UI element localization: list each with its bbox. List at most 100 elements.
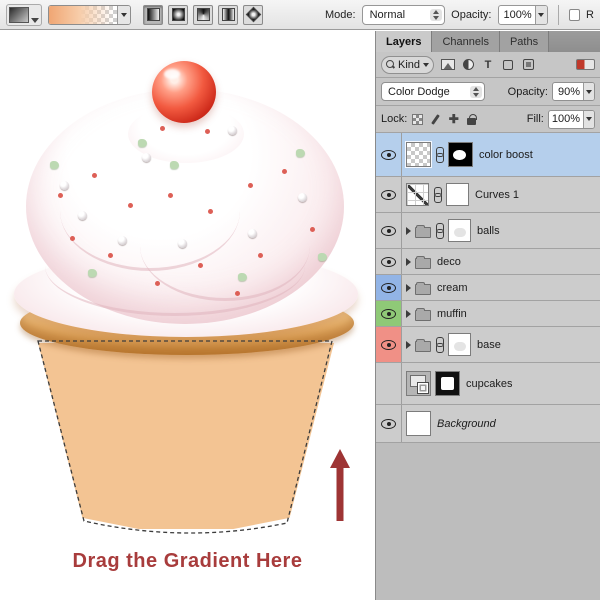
stepper-icon xyxy=(430,8,443,21)
filtering-toggle[interactable] xyxy=(576,59,595,70)
fill-input[interactable]: 100% xyxy=(547,109,595,129)
layer-mask-thumbnail[interactable] xyxy=(448,142,473,167)
gradient-picker[interactable] xyxy=(48,4,132,25)
disclosure-triangle-icon[interactable] xyxy=(406,257,411,266)
layer-mask-thumbnail[interactable] xyxy=(435,371,460,396)
group-folder-icon xyxy=(415,338,431,352)
layer-name[interactable]: muffin xyxy=(435,308,467,320)
tool-preset-picker[interactable] xyxy=(6,3,42,26)
group-mask-thumbnail[interactable] xyxy=(448,219,471,242)
visibility-toggle[interactable] xyxy=(376,405,402,442)
tab-layers[interactable]: Layers xyxy=(376,31,433,52)
radial-gradient-icon xyxy=(171,8,185,21)
layer-row-deco[interactable]: deco xyxy=(376,249,600,275)
image-icon xyxy=(441,59,456,70)
mode-label: Mode: xyxy=(325,8,356,21)
chevron-down-icon xyxy=(31,17,39,23)
pixel-layer-filter-button[interactable] xyxy=(440,57,456,72)
layer-row-curves-1[interactable]: Curves 1 xyxy=(376,177,600,213)
group-mask-thumbnail[interactable] xyxy=(448,333,471,356)
chevron-down-icon[interactable] xyxy=(116,5,131,24)
blend-mode-select[interactable]: Normal xyxy=(361,4,446,25)
layer-thumbnail[interactable] xyxy=(406,411,431,436)
layer-name[interactable]: Background xyxy=(435,418,496,430)
lock-transparent-pixels-button[interactable] xyxy=(411,113,424,126)
link-icon xyxy=(435,337,444,353)
disclosure-triangle-icon[interactable] xyxy=(406,283,411,292)
layer-name[interactable]: base xyxy=(475,339,501,351)
opacity-input[interactable]: 100% xyxy=(497,4,548,25)
shape-layer-filter-button[interactable] xyxy=(500,57,516,72)
layer-opacity-input[interactable]: 90% xyxy=(552,82,595,101)
reverse-checkbox[interactable] xyxy=(568,8,581,21)
green-sprinkle xyxy=(296,149,305,157)
layer-name[interactable]: cupcakes xyxy=(464,378,512,390)
lock-all-button[interactable] xyxy=(465,113,478,126)
fill-value: 100% xyxy=(551,113,580,125)
visibility-toggle[interactable] xyxy=(376,249,402,274)
layer-mask-thumbnail[interactable] xyxy=(446,183,469,206)
group-folder-icon xyxy=(415,224,431,238)
chevron-down-icon[interactable] xyxy=(534,5,547,24)
green-sprinkle xyxy=(238,273,247,281)
layer-name[interactable]: Curves 1 xyxy=(473,189,519,201)
eye-icon xyxy=(381,225,396,236)
layer-row-background[interactable]: Background xyxy=(376,405,600,443)
disclosure-triangle-icon[interactable] xyxy=(406,226,411,235)
filter-kind-select[interactable]: Kind xyxy=(381,55,435,74)
layer-name[interactable]: cream xyxy=(435,282,468,294)
gradient-options-bar: Mode: Normal Opacity: 100% R xyxy=(0,0,600,30)
green-sprinkle xyxy=(138,139,147,147)
disclosure-triangle-icon[interactable] xyxy=(406,309,411,318)
radial-gradient-button[interactable] xyxy=(168,4,189,25)
smart-object-filter-button[interactable] xyxy=(520,57,536,72)
layer-name[interactable]: balls xyxy=(475,225,500,237)
adjustment-layer-thumbnail[interactable] xyxy=(406,183,429,206)
red-sprinkle xyxy=(70,236,75,241)
layer-row-color-boost[interactable]: color boost xyxy=(376,133,600,177)
visibility-toggle[interactable] xyxy=(376,133,402,176)
red-sprinkle xyxy=(205,129,210,134)
visibility-toggle[interactable] xyxy=(376,301,402,326)
reflected-gradient-button[interactable] xyxy=(218,4,239,25)
lock-position-button[interactable]: ✚ xyxy=(447,113,460,126)
visibility-toggle[interactable] xyxy=(376,177,402,212)
lock-image-pixels-button[interactable] xyxy=(429,113,442,126)
layer-name[interactable]: color boost xyxy=(477,149,533,161)
tab-paths[interactable]: Paths xyxy=(499,31,550,52)
type-layer-filter-button[interactable]: T xyxy=(480,57,496,72)
red-sprinkle xyxy=(258,253,263,258)
chevron-down-icon[interactable] xyxy=(583,110,594,128)
angle-gradient-icon xyxy=(196,8,210,21)
layer-row-cream[interactable]: cream xyxy=(376,275,600,301)
blend-mode-value: Color Dodge xyxy=(388,85,450,98)
diamond-gradient-button[interactable] xyxy=(243,4,264,25)
layer-blend-mode-select[interactable]: Color Dodge xyxy=(381,82,485,101)
red-sprinkle xyxy=(248,183,253,188)
layer-row-balls[interactable]: balls xyxy=(376,213,600,249)
eye-icon xyxy=(381,282,396,293)
layer-row-muffin[interactable]: muffin xyxy=(376,301,600,327)
document-canvas[interactable]: Drag the Gradient Here xyxy=(0,31,375,600)
move-icon: ✚ xyxy=(448,112,459,126)
visibility-toggle[interactable] xyxy=(376,363,402,404)
visibility-toggle[interactable] xyxy=(376,213,402,248)
disclosure-triangle-icon[interactable] xyxy=(406,340,411,349)
pearl-sprinkle xyxy=(142,153,151,162)
adjustment-layer-filter-button[interactable] xyxy=(460,57,476,72)
tab-channels[interactable]: Channels xyxy=(432,31,500,52)
layer-thumbnail[interactable] xyxy=(405,141,432,168)
visibility-toggle[interactable] xyxy=(376,275,402,300)
linear-gradient-button[interactable] xyxy=(143,4,164,25)
layer-row-cupcakes[interactable]: cupcakes xyxy=(376,363,600,405)
smart-object-thumbnail[interactable] xyxy=(406,371,431,396)
visibility-toggle[interactable] xyxy=(376,327,402,362)
type-icon: T xyxy=(484,58,492,71)
angle-gradient-button[interactable] xyxy=(193,4,214,25)
layer-name[interactable]: deco xyxy=(435,256,461,268)
group-folder-icon xyxy=(415,307,431,321)
chevron-down-icon[interactable] xyxy=(583,83,594,100)
layer-row-base[interactable]: base xyxy=(376,327,600,363)
layer-opacity-label: Opacity: xyxy=(507,85,548,98)
red-sprinkle xyxy=(310,227,315,232)
